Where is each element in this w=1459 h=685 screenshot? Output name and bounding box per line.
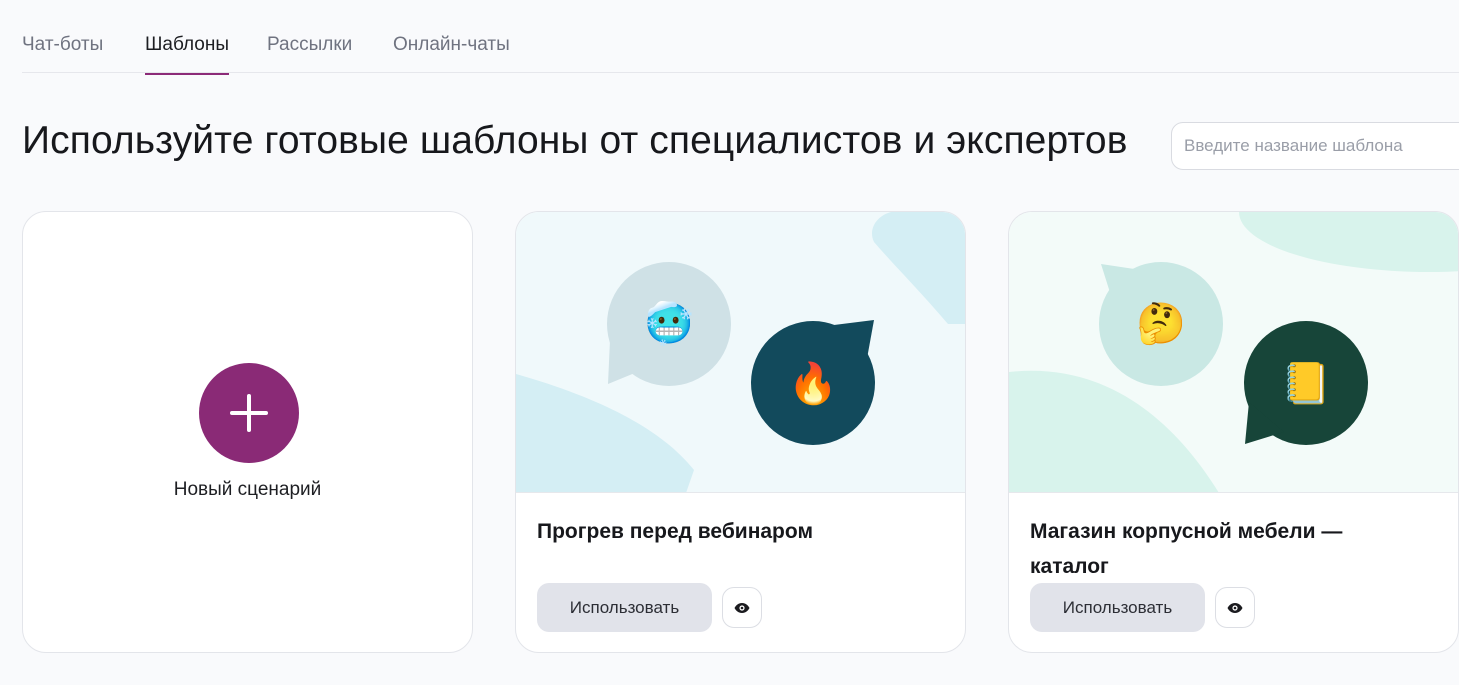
eye-icon xyxy=(734,602,750,613)
eye-icon xyxy=(1227,602,1243,613)
preview-button[interactable] xyxy=(722,587,762,628)
tab-mailings[interactable]: Рассылки xyxy=(267,34,352,74)
template-card: 🤔 📒 Магазин корпусной мебели — каталог И… xyxy=(1008,211,1459,653)
template-search-input[interactable] xyxy=(1171,122,1459,170)
preview-button[interactable] xyxy=(1215,587,1255,628)
tab-chatbots[interactable]: Чат-боты xyxy=(22,34,103,74)
template-title: Магазин корпусной мебели — каталог xyxy=(1030,520,1343,578)
fire-emoji: 🔥 xyxy=(788,360,838,406)
template-illustration: 🥶 🔥 xyxy=(516,212,965,493)
card-divider xyxy=(1009,492,1458,493)
notebook-emoji: 📒 xyxy=(1281,362,1331,406)
new-scenario-card[interactable]: Новый сценарий xyxy=(22,211,473,653)
use-template-button[interactable]: Использовать xyxy=(1030,583,1205,632)
thinking-face-emoji: 🤔 xyxy=(1136,302,1186,346)
tab-online-chats[interactable]: Онлайн-чаты xyxy=(393,34,510,74)
card-divider xyxy=(516,492,965,493)
tab-templates[interactable]: Шаблоны xyxy=(145,34,230,75)
template-title: Прогрев перед вебинаром xyxy=(537,520,813,543)
template-illustration: 🤔 📒 xyxy=(1009,212,1458,493)
plus-icon[interactable] xyxy=(199,363,299,463)
template-card: 🥶 🔥 Прогрев перед вебинаром Использовать xyxy=(515,211,966,653)
cold-face-emoji: 🥶 xyxy=(644,299,694,347)
use-template-button[interactable]: Использовать xyxy=(537,583,712,632)
page-title: Используйте готовые шаблоны от специалис… xyxy=(22,119,1128,162)
new-scenario-label: Новый сценарий xyxy=(173,479,322,500)
section-tabs: Чат-боты Шаблоны Рассылки Онлайн-чаты xyxy=(22,0,1459,75)
